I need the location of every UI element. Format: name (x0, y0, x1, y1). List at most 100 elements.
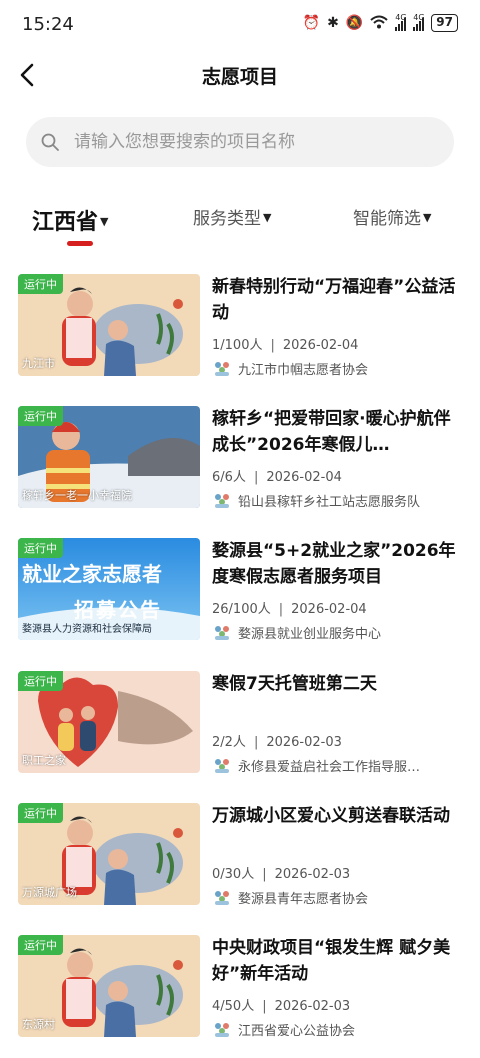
organizer: 婺源县就业创业服务中心 (212, 622, 462, 642)
project-title: 中央财政项目“银发生辉 赋夕美好”新年活动 (212, 938, 451, 984)
people-count: 6/6人 (212, 470, 246, 485)
battery-indicator: 97 (431, 14, 458, 32)
filter-service-type-label: 服务类型 (193, 209, 261, 229)
project-meta: 1/100人 | 2026-02-04 (212, 334, 358, 353)
project-thumbnail: 就业之家志愿者 招募公告 运行中 婺源县人力资源和社会保障局 (18, 538, 200, 640)
signal-4g-icon: 4G (413, 13, 425, 31)
status-badge: 运行中 (18, 671, 63, 691)
organization-icon (215, 626, 229, 640)
status-badge: 运行中 (18, 803, 63, 823)
project-date: 2026-02-04 (291, 602, 367, 617)
status-bar: 15:24 ⏰ ✱ 🔕 4G 4G 97 (0, 0, 480, 50)
project-thumbnail: 运行中 职工之家 (18, 671, 200, 773)
filter-region-label: 江西省 (32, 210, 99, 235)
people-count: 4/50人 (212, 999, 255, 1014)
location-label: 万源城广场 (22, 886, 77, 899)
wifi-icon (370, 15, 388, 32)
organization-icon (215, 1023, 229, 1037)
organizer: 江西省爱心公益协会 (212, 1019, 462, 1039)
organizer-name: 婺源县青年志愿者协会 (238, 891, 369, 907)
project-thumbnail: 运行中 稼轩乡一老一小幸福院 (18, 406, 200, 508)
status-badge: 运行中 (18, 538, 63, 558)
project-thumbnail: 运行中 万源城广场 (18, 803, 200, 905)
project-date: 2026-02-04 (282, 338, 359, 353)
location-label: 九江市 (22, 357, 55, 370)
organizer: 九江市巾帼志愿者协会 (212, 358, 462, 378)
organizer-name: 永修县爱益启社会工作指导服… (238, 759, 421, 775)
active-filter-indicator (67, 241, 93, 246)
location-label: 稼轩乡一老一小幸福院 (22, 489, 132, 502)
organization-icon (215, 362, 229, 376)
project-title: 寒假7天托管班第二天 (212, 674, 377, 694)
organization-icon (215, 759, 229, 773)
filter-bar: 江西省 ▼ 服务类型 ▼ 智能筛选 ▼ (0, 198, 480, 248)
organizer: 永修县爱益启社会工作指导服… (212, 755, 462, 775)
divider: | (278, 602, 284, 617)
organizer: 婺源县青年志愿者协会 (212, 887, 462, 907)
location-label: 职工之家 (22, 754, 66, 767)
project-meta: 4/50人 | 2026-02-03 (212, 995, 350, 1014)
caret-down-icon: ▼ (423, 211, 432, 224)
project-date: 2026-02-03 (274, 867, 351, 882)
project-date: 2026-02-03 (274, 999, 351, 1014)
location-label: 东源村 (22, 1018, 55, 1031)
divider: | (253, 470, 259, 485)
project-item[interactable]: 运行中 九江市 新春特别行动“万福迎春”公益活动 1/100人 | 2026-02-… (0, 270, 480, 380)
project-item[interactable]: 运行中 东源村 中央财政项目“银发生辉 赋夕美好”新年活动 4/50人 | 2026… (0, 931, 480, 1041)
organization-icon (215, 494, 229, 508)
project-meta: 26/100人 | 2026-02-04 (212, 598, 367, 617)
divider: | (270, 338, 275, 353)
people-count: 1/100人 (212, 338, 263, 353)
project-meta: 0/30人 | 2026-02-03 (212, 863, 350, 882)
project-title: 万源城小区爱心义剪送春联活动 (212, 806, 450, 826)
organization-icon (215, 891, 229, 905)
project-date: 2026-02-03 (266, 735, 342, 750)
status-badge: 运行中 (18, 935, 63, 955)
network-type-2: 4G (413, 13, 425, 22)
search-input[interactable] (74, 132, 434, 152)
divider: | (262, 999, 267, 1014)
filter-region[interactable]: 江西省 ▼ (32, 204, 108, 236)
project-title: 新春特别行动“万福迎春”公益活动 (212, 277, 456, 323)
project-thumbnail: 运行中 九江市 (18, 274, 200, 376)
header: 志愿项目 (0, 52, 480, 98)
project-meta: 6/6人 | 2026-02-04 (212, 466, 342, 485)
poster-text-1: 就业之家志愿者 (22, 562, 162, 586)
organizer-name: 铅山县稼轩乡社工站志愿服务队 (238, 494, 421, 510)
filter-service-type[interactable]: 服务类型 ▼ (193, 204, 271, 229)
people-count: 2/2人 (212, 735, 246, 750)
filter-smart-label: 智能筛选 (353, 209, 421, 229)
caret-down-icon: ▼ (263, 211, 272, 224)
people-count: 0/30人 (212, 867, 255, 882)
project-date: 2026-02-04 (266, 470, 342, 485)
status-badge: 运行中 (18, 274, 63, 294)
location-label: 婺源县人力资源和社会保障局 (22, 624, 152, 635)
search-icon (41, 133, 59, 151)
project-title: 稼轩乡“把爱带回家·暖心护航伴成长”2026年寒假儿… (212, 409, 451, 455)
project-item[interactable]: 就业之家志愿者 招募公告 运行中 婺源县人力资源和社会保障局 婺源县“5+2就业… (0, 534, 480, 644)
project-meta: 2/2人 | 2026-02-03 (212, 731, 342, 750)
poster-text-2: 招募公告 (74, 598, 162, 622)
mute-icon: 🔕 (345, 15, 364, 31)
organizer: 铅山县稼轩乡社工站志愿服务队 (212, 490, 462, 510)
signal-4g-icon: 4G (395, 13, 407, 31)
alarm-icon: ⏰ (302, 15, 321, 31)
status-icons: ⏰ ✱ 🔕 4G 4G 97 (302, 13, 458, 32)
page-title: 志愿项目 (201, 66, 278, 88)
project-item[interactable]: 运行中 万源城广场 万源城小区爱心义剪送春联活动 0/30人 | 2026-02-0… (0, 799, 480, 909)
bluetooth-icon: ✱ (327, 15, 339, 31)
organizer-name: 婺源县就业创业服务中心 (238, 626, 382, 642)
network-type-1: 4G (395, 13, 407, 22)
people-count: 26/100人 (212, 602, 271, 617)
status-badge: 运行中 (18, 406, 63, 426)
project-thumbnail: 运行中 东源村 (18, 935, 200, 1037)
filter-smart[interactable]: 智能筛选 ▼ (353, 204, 431, 229)
project-title: 婺源县“5+2就业之家”2026年度寒假志愿者服务项目 (212, 541, 456, 587)
search-bar[interactable] (26, 117, 454, 167)
project-item[interactable]: 运行中 职工之家 寒假7天托管班第二天 2/2人 | 2026-02-03 永修县爱… (0, 667, 480, 777)
status-time: 15:24 (22, 14, 74, 35)
caret-down-icon: ▼ (100, 214, 109, 228)
divider: | (262, 867, 267, 882)
organizer-name: 江西省爱心公益协会 (238, 1023, 356, 1039)
project-item[interactable]: 运行中 稼轩乡一老一小幸福院 稼轩乡“把爱带回家·暖心护航伴成长”2026年寒假… (0, 402, 480, 512)
